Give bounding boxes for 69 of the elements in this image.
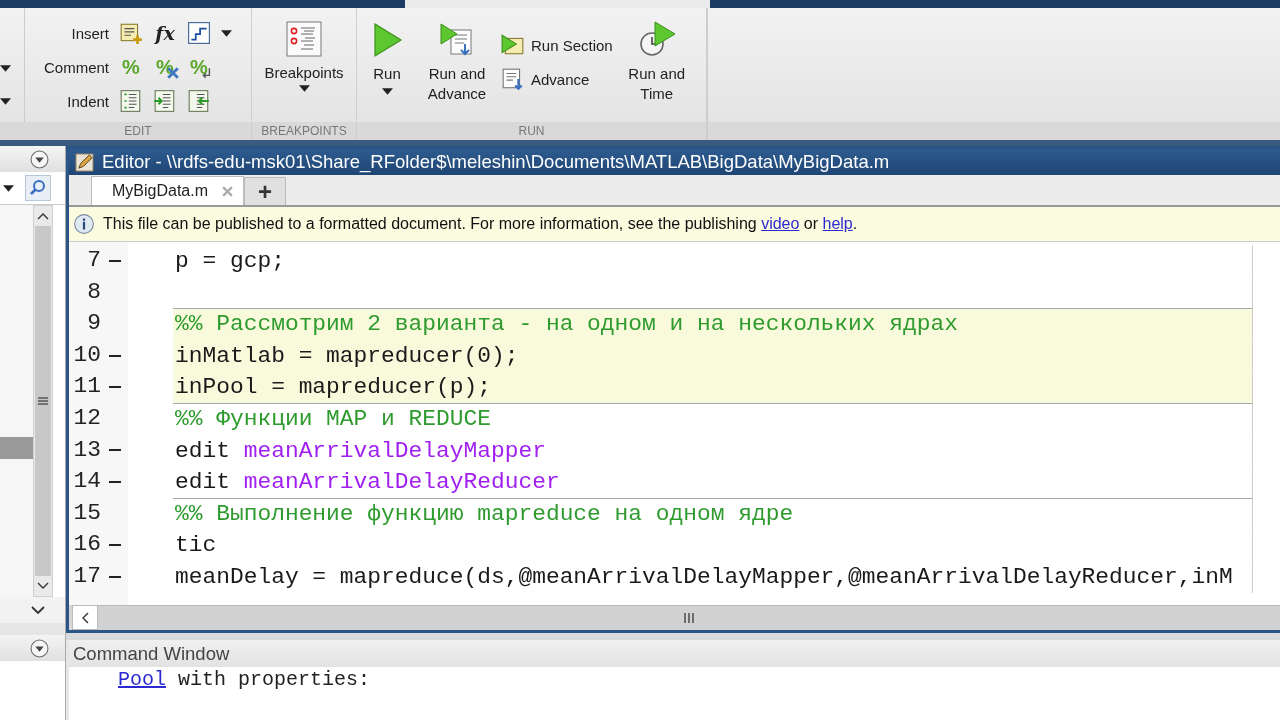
- search-button[interactable]: [25, 175, 51, 201]
- command-output: Pool with properties:: [117, 667, 372, 693]
- advance-button[interactable]: Advance: [501, 66, 613, 92]
- ribbon-label[interactable]: Indent: [33, 92, 109, 110]
- caret-icon[interactable]: [221, 29, 232, 37]
- panel-menu-icon[interactable]: [30, 149, 49, 169]
- play-section-icon: [501, 33, 525, 57]
- video-link[interactable]: video: [761, 215, 800, 232]
- line-number: 8: [86, 277, 101, 307]
- ribbon-label[interactable]: Comment: [33, 58, 109, 76]
- breakpoint-dash[interactable]: [108, 354, 121, 357]
- code-line: tic: [173, 529, 1253, 561]
- breakpoints-icon: [284, 20, 324, 60]
- function-icon[interactable]: fx: [153, 21, 177, 45]
- run-section-button[interactable]: Run Section: [501, 32, 613, 58]
- info-icon: [73, 213, 95, 235]
- page-arrow-icon: [501, 67, 525, 91]
- breakpoint-dash[interactable]: [108, 449, 121, 452]
- line-number: 14: [72, 467, 101, 497]
- breakpoint-dash[interactable]: [108, 544, 121, 547]
- code-line: meanDelay = mapreduce(ds,@meanArrivalDelayMapper,@meanArrivalDelayReducer,inM: [173, 560, 1253, 593]
- help-link[interactable]: help: [822, 215, 853, 232]
- breakpoint-dash[interactable]: [108, 480, 121, 483]
- indent-icon[interactable]: [153, 89, 177, 113]
- insert-section-icon[interactable]: [119, 21, 143, 45]
- grip-icon: [37, 396, 49, 406]
- run-advance-button[interactable]: Run and Advance: [415, 8, 499, 122]
- line-number: 15: [72, 498, 101, 528]
- caret-icon[interactable]: [3, 184, 14, 192]
- editor-title: Editor - \\rdfs-edu-msk01\Share_RFolder$\meleshin\Documents\MATLAB\BigData\MyBigData.m: [102, 151, 890, 173]
- breakpoint-dash[interactable]: [108, 386, 121, 389]
- caret-icon[interactable]: [0, 65, 11, 72]
- line-number: 11: [72, 372, 101, 402]
- stairs-function-icon[interactable]: [187, 21, 211, 45]
- vertical-scrollbar[interactable]: [33, 205, 53, 597]
- line-number: 10: [72, 340, 101, 370]
- breakpoint-dash[interactable]: [108, 575, 121, 578]
- grip-icon: [683, 612, 695, 624]
- panel-menu-icon[interactable]: [30, 638, 49, 658]
- smart-indent-icon[interactable]: [119, 89, 143, 113]
- search-icon: [29, 179, 47, 197]
- line-number: 12: [72, 403, 101, 433]
- code-line: %% Функции MAP и REDUCE: [173, 402, 1253, 435]
- file-tab[interactable]: MyBigData.m: [91, 176, 245, 205]
- code-line: %% Выполнение функцию mapreduce на одном ядре: [173, 497, 1253, 530]
- pool-link[interactable]: Pool: [118, 668, 166, 691]
- new-tab-button[interactable]: +: [244, 177, 287, 205]
- ribbon-label[interactable]: Insert: [33, 24, 109, 42]
- line-number: 13: [72, 435, 101, 465]
- scroll-left-button[interactable]: [72, 605, 98, 630]
- publish-info-text: This file can be published to a formatted document. For more information, see the publishing video or help.: [103, 215, 858, 233]
- code-line: edit meanArrivalDelayReducer: [173, 466, 1253, 498]
- line-number: 7: [86, 246, 101, 275]
- breakpoints-button[interactable]: Breakpoints: [252, 8, 356, 122]
- line-number: 9: [86, 309, 101, 339]
- caret-icon: [298, 85, 310, 92]
- chevron-down-icon[interactable]: [31, 606, 45, 614]
- panel-title: Command Window: [73, 642, 230, 665]
- run-button[interactable]: Run: [361, 8, 413, 122]
- pencil-icon: [75, 152, 94, 172]
- breakpoint-dash[interactable]: [108, 259, 121, 262]
- code-line: edit meanArrivalDelayMapper: [173, 434, 1253, 467]
- scroll-thumb[interactable]: [35, 226, 51, 576]
- line-number: 17: [72, 561, 101, 591]
- run-time-button[interactable]: Run and Time: [614, 8, 699, 122]
- line-number: 16: [72, 530, 101, 560]
- caret-icon[interactable]: [0, 98, 11, 105]
- outdent-icon[interactable]: [187, 89, 211, 113]
- code-line: p = gcp;: [173, 245, 1253, 277]
